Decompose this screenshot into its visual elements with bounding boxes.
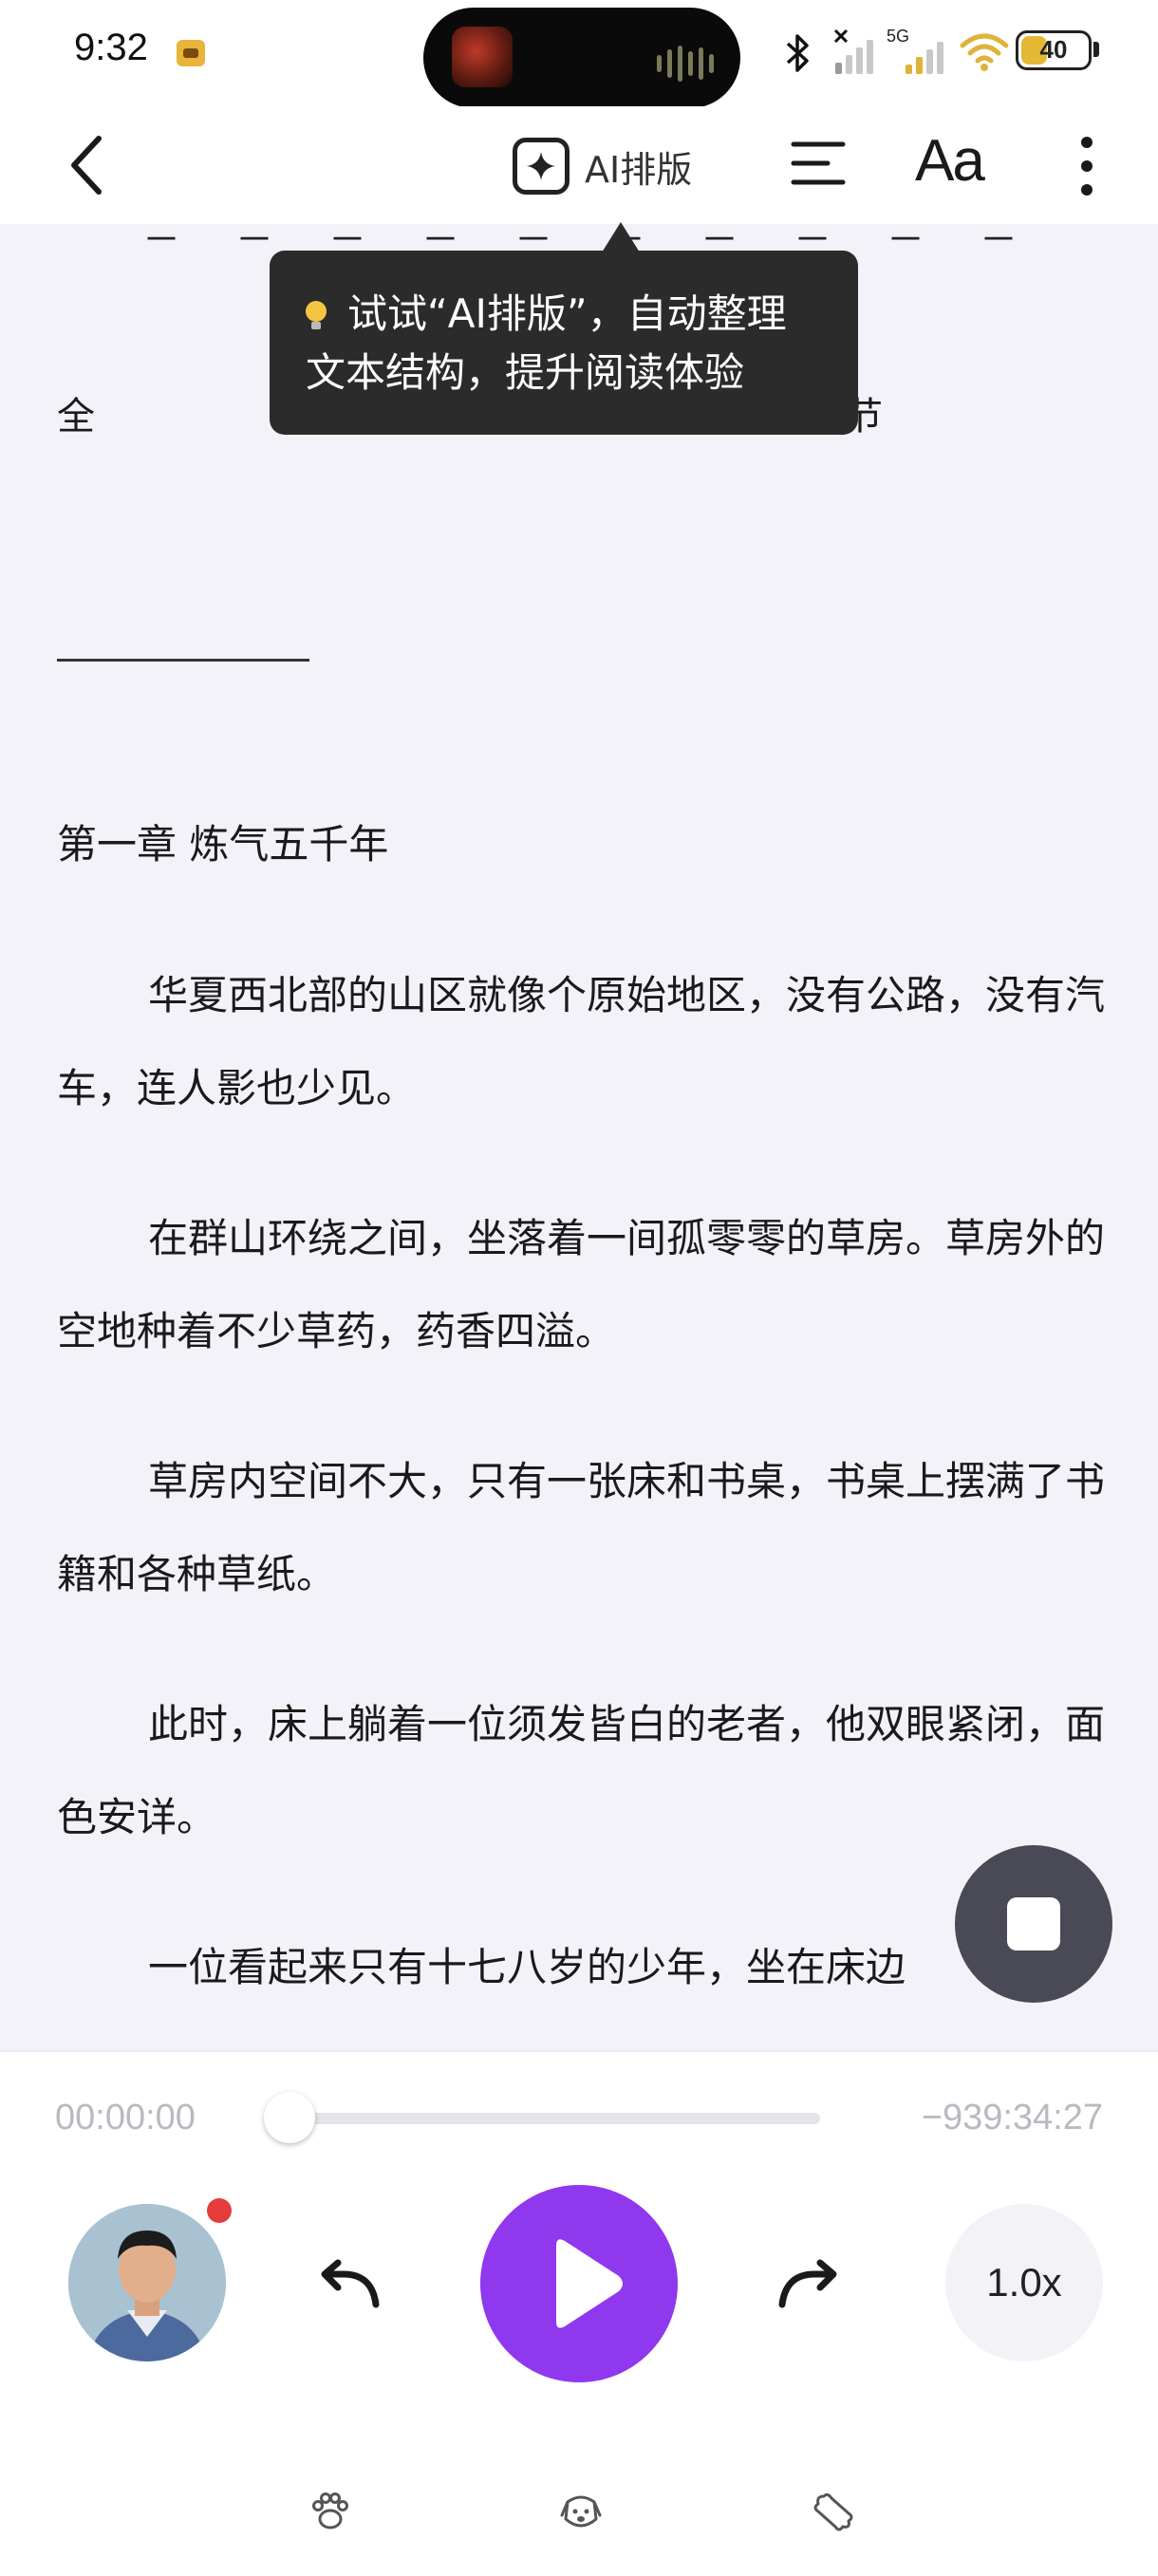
paragraph: 在群山环绕之间，坐落着一间孤零零的草房。草房外的空地种着不少草药，药香四溢。 xyxy=(57,1215,1106,1354)
more-options-button[interactable] xyxy=(1073,135,1101,197)
battery-icon: 40 xyxy=(1016,30,1092,70)
audio-player: 00:00:00 −939:34:27 1.0x xyxy=(0,2050,1158,2576)
stop-reading-button[interactable] xyxy=(955,1845,1112,2003)
bluetooth-icon xyxy=(786,34,809,72)
heading-char: 全 xyxy=(57,395,95,439)
progress-thumb[interactable] xyxy=(264,2092,315,2143)
lightbulb-icon xyxy=(306,301,327,329)
sparkle-icon xyxy=(513,138,570,195)
dynamic-island[interactable] xyxy=(423,8,740,108)
play-button[interactable] xyxy=(480,2185,678,2382)
notification-app-icon xyxy=(177,40,205,66)
battery-level-text: 40 xyxy=(1039,35,1068,64)
back-button[interactable] xyxy=(61,131,118,199)
paragraph: 一位看起来只有十七八岁的少年，坐在床边 xyxy=(148,1944,906,1990)
status-time: 9:32 xyxy=(74,27,148,68)
audio-wave-icon xyxy=(657,46,714,82)
remaining-time: −939:34:27 xyxy=(921,2098,1103,2137)
play-icon xyxy=(556,2239,623,2328)
now-playing-cover-icon xyxy=(452,27,513,87)
stop-icon xyxy=(1007,1897,1060,1951)
status-bar: 9:32 5G 40 xyxy=(0,0,1158,108)
bone-icon[interactable] xyxy=(812,2491,854,2532)
narrator-avatar[interactable] xyxy=(68,2204,226,2361)
reader-toolbar: AI排版 Aa xyxy=(0,106,1158,224)
forward-button[interactable] xyxy=(767,2257,845,2320)
ai-layout-label: AI排版 xyxy=(585,148,693,191)
playback-speed-button[interactable]: 1.0x xyxy=(945,2204,1103,2361)
font-settings-button[interactable]: Aa xyxy=(915,127,985,195)
paragraph: 此时，床上躺着一位须发皆白的老者，他双眼紧闭，面色安详。 xyxy=(57,1701,1106,1840)
dog-face-icon[interactable] xyxy=(560,2491,602,2532)
tooltip-arrow xyxy=(602,222,640,252)
elapsed-time: 00:00:00 xyxy=(55,2098,196,2137)
paragraph: 华夏西北部的山区就像个原始地区，没有公路，没有汽车，连人影也少见。 xyxy=(57,972,1106,1111)
chapter-title: 第一章 炼气五千年 xyxy=(57,821,389,868)
progress-track[interactable] xyxy=(289,2113,820,2124)
paragraph: 草房内空间不大，只有一张床和书桌，书桌上摆满了书籍和各种草纸。 xyxy=(57,1458,1106,1597)
rewind-button[interactable] xyxy=(313,2257,391,2320)
signal-1-icon xyxy=(835,38,873,74)
paw-icon[interactable] xyxy=(309,2491,351,2532)
wifi-icon xyxy=(960,33,1009,71)
signal-2-icon xyxy=(906,38,943,74)
reading-area[interactable]: －－－－－－－－－－ 全 部 章 节 第一章 炼气五千年 华夏西北部的山区就像个… xyxy=(0,224,1158,2050)
divider-line xyxy=(57,659,309,662)
ai-layout-tooltip[interactable]: 试试“AI排版”，自动整理 文本结构，提升阅读体验 xyxy=(270,251,858,435)
tooltip-line-1: 试试“AI排版”，自动整理 xyxy=(347,290,787,337)
notification-dot xyxy=(207,2198,232,2223)
tooltip-line-2: 文本结构，提升阅读体验 xyxy=(306,349,745,396)
ai-layout-button[interactable]: AI排版 xyxy=(513,133,692,199)
battery-cap xyxy=(1093,42,1099,57)
table-of-contents-button[interactable] xyxy=(790,135,847,192)
